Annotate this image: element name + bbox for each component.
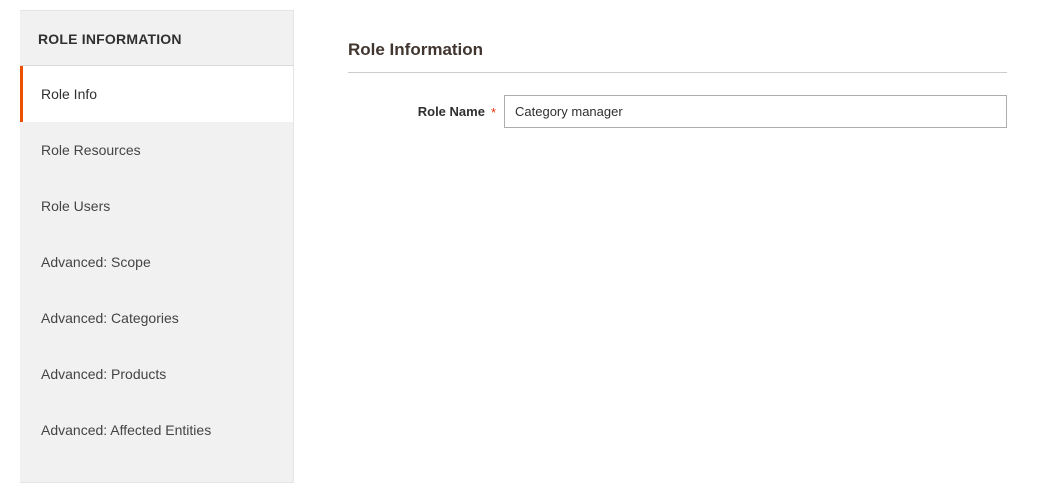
sidebar-header: ROLE INFORMATION: [20, 11, 293, 66]
role-name-input[interactable]: [504, 95, 1007, 128]
main-content: Role Information Role Name *: [294, 10, 1031, 483]
sidebar-item-label: Role Resources: [41, 142, 141, 158]
sidebar-item-advanced-categories[interactable]: Advanced: Categories: [20, 290, 293, 346]
sidebar-item-label: Advanced: Affected Entities: [41, 422, 211, 438]
form-label-wrap: Role Name *: [348, 104, 504, 119]
sidebar-item-label: Role Users: [41, 198, 110, 214]
sidebar-item-advanced-products[interactable]: Advanced: Products: [20, 346, 293, 402]
required-asterisk-icon: *: [491, 105, 496, 120]
sidebar-item-label: Role Info: [41, 86, 97, 102]
sidebar-item-role-resources[interactable]: Role Resources: [20, 122, 293, 178]
sidebar-items: Role Info Role Resources Role Users Adva…: [20, 66, 293, 458]
sidebar: ROLE INFORMATION Role Info Role Resource…: [20, 10, 294, 483]
role-name-label: Role Name: [418, 104, 485, 119]
sidebar-item-advanced-affected-entities[interactable]: Advanced: Affected Entities: [20, 402, 293, 458]
form-row-role-name: Role Name *: [348, 95, 1007, 128]
sidebar-item-advanced-scope[interactable]: Advanced: Scope: [20, 234, 293, 290]
sidebar-item-role-users[interactable]: Role Users: [20, 178, 293, 234]
sidebar-item-role-info[interactable]: Role Info: [20, 66, 293, 122]
sidebar-item-label: Advanced: Products: [41, 366, 166, 382]
sidebar-title: ROLE INFORMATION: [38, 31, 275, 47]
sidebar-item-label: Advanced: Scope: [41, 254, 151, 270]
section-title: Role Information: [348, 40, 1007, 73]
sidebar-item-label: Advanced: Categories: [41, 310, 179, 326]
